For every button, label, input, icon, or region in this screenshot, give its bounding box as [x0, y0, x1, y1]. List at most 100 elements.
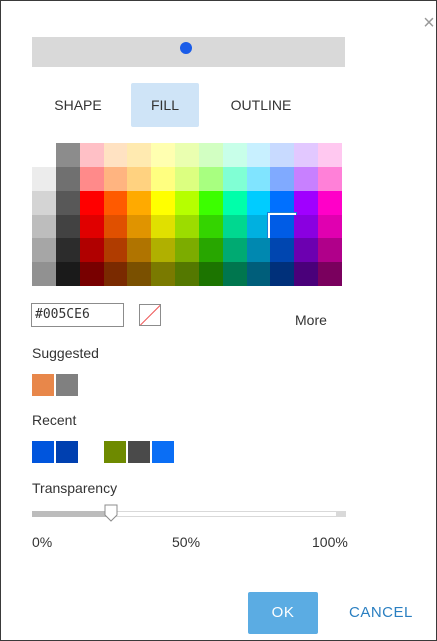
palette-swatch[interactable] — [223, 191, 247, 215]
palette-swatch[interactable] — [127, 238, 151, 262]
palette-swatch[interactable] — [104, 215, 127, 238]
palette-swatch[interactable] — [294, 143, 318, 167]
palette-swatch[interactable] — [104, 238, 127, 262]
palette-swatch[interactable] — [127, 143, 151, 167]
palette-swatch[interactable] — [199, 215, 223, 238]
tab-fill[interactable]: FILL — [131, 83, 199, 127]
palette-swatch[interactable] — [199, 238, 223, 262]
palette-swatch[interactable] — [223, 167, 247, 191]
palette-swatch[interactable] — [56, 262, 80, 286]
recent-swatch[interactable] — [152, 441, 174, 463]
palette-swatch[interactable] — [270, 167, 294, 191]
palette-swatch[interactable] — [223, 262, 247, 286]
palette-swatch[interactable] — [247, 143, 270, 167]
palette-swatch[interactable] — [247, 215, 270, 238]
palette-swatch[interactable] — [151, 191, 175, 215]
palette-swatch[interactable] — [318, 238, 342, 262]
palette-swatch[interactable] — [32, 262, 56, 286]
palette-swatch[interactable] — [127, 262, 151, 286]
palette-swatch[interactable] — [175, 238, 199, 262]
transparency-slider-track[interactable] — [32, 511, 346, 517]
palette-swatch[interactable] — [247, 262, 270, 286]
palette-swatch[interactable] — [80, 262, 104, 286]
slider-fill — [32, 511, 107, 517]
recent-swatch[interactable] — [32, 441, 54, 463]
palette-swatch[interactable] — [223, 143, 247, 167]
palette-swatch[interactable] — [294, 191, 318, 215]
suggested-swatch[interactable] — [56, 374, 78, 396]
palette-swatch[interactable] — [270, 191, 294, 215]
palette-swatch[interactable] — [80, 238, 104, 262]
palette-swatch[interactable] — [318, 262, 342, 286]
palette-swatch[interactable] — [175, 262, 199, 286]
palette-swatch[interactable] — [80, 215, 104, 238]
palette-swatch[interactable] — [318, 167, 342, 191]
palette-swatch[interactable] — [56, 167, 80, 191]
palette-swatch[interactable] — [270, 238, 294, 262]
palette-swatch[interactable] — [56, 215, 80, 238]
palette-swatch[interactable] — [127, 215, 151, 238]
palette-swatch[interactable] — [270, 262, 294, 286]
more-colors-link[interactable]: More — [295, 312, 327, 328]
tab-shape[interactable]: SHAPE — [39, 83, 117, 127]
palette-swatch[interactable] — [294, 262, 318, 286]
palette-swatch[interactable] — [294, 238, 318, 262]
palette-swatch[interactable] — [199, 191, 223, 215]
palette-swatch[interactable] — [151, 167, 175, 191]
palette-swatch[interactable] — [199, 167, 223, 191]
palette-swatch[interactable] — [104, 191, 127, 215]
palette-swatch[interactable] — [175, 143, 199, 167]
cancel-button[interactable]: CANCEL — [349, 604, 413, 621]
palette-swatch[interactable] — [32, 238, 56, 262]
palette-swatch[interactable] — [294, 167, 318, 191]
palette-swatch[interactable] — [151, 238, 175, 262]
palette-swatch[interactable] — [104, 143, 127, 167]
palette-swatch[interactable] — [127, 167, 151, 191]
palette-swatch[interactable] — [32, 191, 56, 215]
palette-swatch[interactable] — [127, 191, 151, 215]
fill-color-panel: × SHAPE FILL OUTLINE #005CE6 More Sugges… — [0, 0, 437, 641]
tab-outline[interactable]: OUTLINE — [219, 83, 303, 127]
recent-swatch[interactable] — [128, 441, 150, 463]
palette-swatch[interactable] — [56, 143, 80, 167]
palette-swatch[interactable] — [151, 215, 175, 238]
palette-swatch[interactable] — [175, 215, 199, 238]
palette-swatch[interactable] — [175, 191, 199, 215]
palette-swatch[interactable] — [199, 143, 223, 167]
palette-swatch[interactable] — [268, 213, 296, 240]
no-color-button[interactable] — [139, 304, 161, 326]
suggested-swatch[interactable] — [32, 374, 54, 396]
close-icon[interactable]: × — [421, 13, 437, 33]
palette-swatch[interactable] — [247, 191, 270, 215]
palette-swatch[interactable] — [80, 167, 104, 191]
palette-swatch[interactable] — [223, 238, 247, 262]
palette-swatch[interactable] — [32, 143, 56, 167]
recent-swatch[interactable] — [104, 441, 126, 463]
palette-swatch[interactable] — [270, 143, 294, 167]
palette-swatch[interactable] — [56, 191, 80, 215]
ok-button[interactable]: OK — [248, 592, 318, 634]
palette-swatch[interactable] — [318, 143, 342, 167]
palette-swatch[interactable] — [151, 143, 175, 167]
palette-swatch[interactable] — [104, 167, 127, 191]
palette-swatch[interactable] — [151, 262, 175, 286]
palette-swatch[interactable] — [104, 262, 127, 286]
preview-dot — [180, 42, 192, 54]
palette-swatch[interactable] — [294, 215, 318, 238]
hex-color-input[interactable]: #005CE6 — [31, 303, 124, 327]
palette-swatch[interactable] — [80, 191, 104, 215]
palette-swatch[interactable] — [247, 238, 270, 262]
palette-swatch[interactable] — [32, 167, 56, 191]
palette-swatch[interactable] — [56, 238, 80, 262]
palette-swatch[interactable] — [318, 215, 342, 238]
palette-swatch[interactable] — [32, 215, 56, 238]
palette-swatch[interactable] — [318, 191, 342, 215]
recent-swatch[interactable] — [56, 441, 78, 463]
palette-swatch[interactable] — [80, 143, 104, 167]
palette-swatch[interactable] — [175, 167, 199, 191]
palette-swatch[interactable] — [223, 215, 247, 238]
transparency-slider-thumb[interactable] — [104, 504, 118, 522]
palette-swatch[interactable] — [247, 167, 270, 191]
palette-swatch[interactable] — [199, 262, 223, 286]
scale-min: 0% — [32, 534, 53, 550]
